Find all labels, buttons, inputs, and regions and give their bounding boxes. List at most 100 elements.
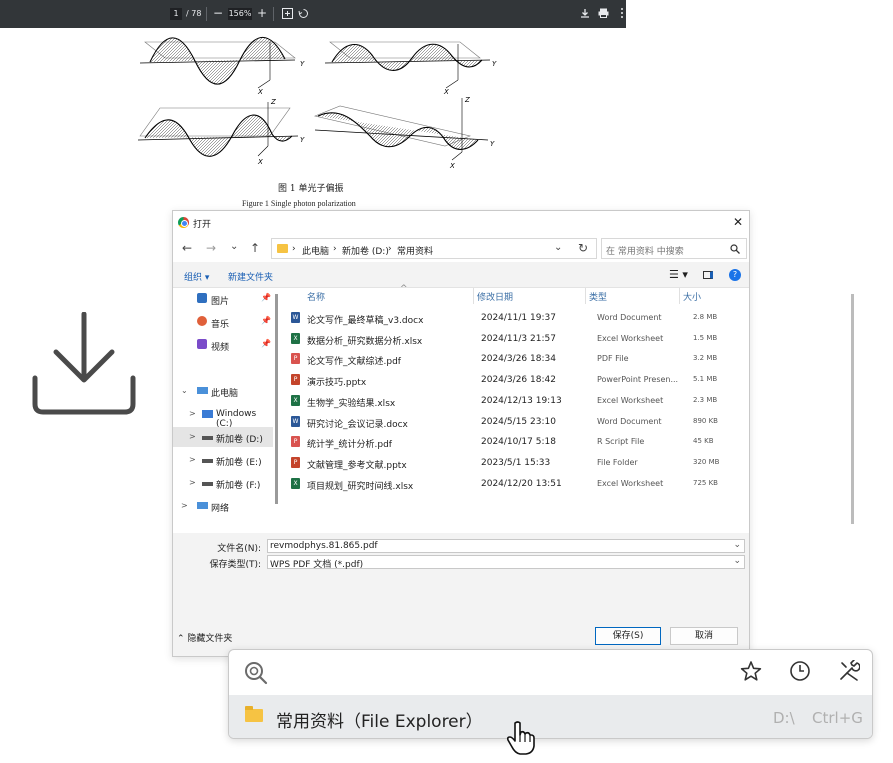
file-row[interactable]: P 论文写作_文献综述.pdf 2024/3/26 18:34 PDF File 3.2… <box>283 349 749 369</box>
chevron-right-icon[interactable]: > <box>189 432 196 441</box>
file-size: 890 KB <box>693 416 718 425</box>
file-name: 演示技巧.pptx <box>307 378 367 389</box>
more-options-icon[interactable] <box>620 7 624 19</box>
file-row[interactable]: X 项目规划_研究时间线.xlsx 2024/12/20 13:51 Excel Wo… <box>283 474 749 494</box>
file-name: 文献管理_参考文献.pptx <box>307 460 407 471</box>
column-header-size[interactable]: 大小 <box>683 290 701 303</box>
search-placeholder: 在 常用资料 中搜索 <box>606 247 684 257</box>
dialog-footer: 文件名(N): revmodphys.81.865.pdf ⌄ 保存类型(T):… <box>173 533 749 656</box>
filetype-value: WPS PDF 文档 (*.pdf) <box>270 560 364 570</box>
column-divider[interactable] <box>679 288 680 304</box>
download-small-icon[interactable] <box>580 8 590 18</box>
up-button[interactable]: ↑ <box>250 241 260 255</box>
cancel-button[interactable]: 取消 <box>670 627 738 645</box>
launcher-result-item[interactable]: 常用资料（File Explorer） D:\ Ctrl+G <box>229 695 872 738</box>
chevron-down-icon[interactable]: ⌄ <box>181 386 188 395</box>
result-label: 常用资料（File Explorer） <box>276 712 483 732</box>
dialog-titlebar: 打开 ✕ <box>173 211 749 235</box>
quick-access-videos[interactable]: 视频 📌 <box>197 337 273 355</box>
fit-page-icon[interactable] <box>282 8 293 19</box>
computer-icon <box>197 387 208 394</box>
tree-item-drive-c[interactable]: > Windows (C:) <box>173 404 273 429</box>
print-icon[interactable] <box>598 8 609 18</box>
file-type: Word Document <box>597 416 662 426</box>
file-row[interactable]: P 文献管理_参考文献.pptx 2023/5/1 15:33 File Folder… <box>283 453 749 473</box>
breadcrumb-drive-d[interactable]: 新加卷 (D:) <box>342 244 389 257</box>
download-icon <box>32 312 136 415</box>
back-button[interactable]: ← <box>182 241 192 255</box>
file-row[interactable]: P 演示技巧.pptx 2024/3/26 18:42 PowerPoint Pres… <box>283 370 749 390</box>
chevron-right-icon[interactable]: > <box>189 478 196 487</box>
column-divider[interactable] <box>473 288 474 304</box>
quick-access-pictures[interactable]: 图片 📌 <box>197 291 273 309</box>
search-input[interactable]: 在 常用资料 中搜索 <box>601 238 747 259</box>
organize-button[interactable]: 组织 ▾ <box>184 270 209 283</box>
lens-search-icon <box>245 662 268 685</box>
tree-item-drive-d[interactable]: > 新加卷 (D:) <box>173 427 273 447</box>
figure-panel-c: Z Y X <box>137 98 305 166</box>
file-name: 研究讨论_会议记录.docx <box>307 419 408 430</box>
column-header-date[interactable]: 修改日期 <box>477 290 513 303</box>
preview-pane-icon[interactable] <box>703 271 713 279</box>
tree-item-drive-e[interactable]: > 新加卷 (E:) <box>173 450 273 470</box>
save-button[interactable]: 保存(S) <box>595 627 661 645</box>
close-button[interactable]: ✕ <box>733 215 743 229</box>
new-folder-button[interactable]: 新建文件夹 <box>228 270 273 283</box>
filename-input[interactable]: revmodphys.81.865.pdf ⌄ <box>267 539 745 553</box>
tools-icon[interactable] <box>838 660 860 682</box>
file-type-icon: P <box>291 353 300 365</box>
breadcrumb-this-pc[interactable]: 此电脑 <box>302 244 329 257</box>
tree-label: 新加卷 (F:) <box>216 481 261 491</box>
column-header-name[interactable]: 名称 <box>307 290 325 303</box>
column-header-type[interactable]: 类型 <box>589 290 607 303</box>
filetype-select[interactable]: WPS PDF 文档 (*.pdf) ⌄ <box>267 555 745 570</box>
chevron-right-icon[interactable]: > <box>181 501 188 510</box>
file-row[interactable]: P 统计学_统计分析.pdf 2024/10/17 5:18 R Script Fil… <box>283 432 749 452</box>
clock-icon[interactable] <box>789 660 811 682</box>
file-name: 数据分析_研究数据分析.xlsx <box>307 336 423 347</box>
file-type: Excel Worksheet <box>597 478 664 488</box>
zoom-in-button[interactable]: + <box>257 6 267 20</box>
chevron-right-icon[interactable]: > <box>189 409 196 418</box>
file-dialog: 打开 ✕ ← → ⌄ ↑ › 此电脑 › 新加卷 (D:) › 常用资料 ⌄ ↻… <box>172 210 854 657</box>
refresh-icon[interactable]: ↻ <box>578 241 588 255</box>
quick-access-music[interactable]: 音乐 📌 <box>197 314 273 332</box>
rotate-icon[interactable] <box>298 8 309 19</box>
tree-item-drive-f[interactable]: > 新加卷 (F:) <box>173 473 273 493</box>
file-list: 名称 ^ 修改日期 类型 大小 W 论文写作_最终草稿_v3.docx 2024/1… <box>283 284 854 533</box>
zoom-out-button[interactable]: − <box>213 6 223 20</box>
file-row[interactable]: X 生物学_实验结果.xlsx 2024/12/13 19:13 Excel Work… <box>283 391 749 411</box>
help-button[interactable]: ? <box>729 269 741 281</box>
column-divider[interactable] <box>585 288 586 304</box>
pictures-icon <box>197 293 207 303</box>
file-row[interactable]: W 论文写作_最终草稿_v3.docx 2024/11/1 19:37 Word Do… <box>283 308 749 328</box>
pin-icon: 📌 <box>261 316 271 325</box>
view-options-icon[interactable]: ☰ ▾ <box>669 268 688 281</box>
star-icon[interactable] <box>740 660 762 682</box>
address-bar[interactable]: › 此电脑 › 新加卷 (D:) › 常用资料 ⌄ ↻ <box>271 238 597 259</box>
tree-item-this-pc[interactable]: ⌄ 此电脑 <box>173 381 273 401</box>
page-number-input[interactable]: 1 <box>170 8 182 20</box>
zoom-level[interactable]: 156% <box>228 8 252 20</box>
tree-item-network[interactable]: > 网络 <box>173 496 273 516</box>
hide-folders-toggle[interactable]: ⌃ 隐藏文件夹 <box>177 631 232 644</box>
chevron-down-icon[interactable]: ⌄ <box>733 540 741 550</box>
file-date: 2024/10/17 5:18 <box>481 437 556 448</box>
launcher-input-row[interactable] <box>229 650 872 694</box>
hand-cursor-icon <box>506 721 535 755</box>
filename-label: 文件名(N): <box>217 544 261 554</box>
file-row[interactable]: X 数据分析_研究数据分析.xlsx 2024/11/3 21:57 Excel Wo… <box>283 329 749 349</box>
file-row[interactable]: W 研究讨论_会议记录.docx 2024/5/15 23:10 Word Docum… <box>283 412 749 432</box>
file-date: 2024/5/15 23:10 <box>481 416 556 427</box>
forward-button[interactable]: → <box>206 241 216 255</box>
recent-locations-button[interactable]: ⌄ <box>230 241 238 252</box>
axis-label-y: Y <box>492 60 497 68</box>
chevron-down-icon[interactable]: ⌄ <box>733 556 741 566</box>
chevron-right-icon[interactable]: > <box>189 455 196 464</box>
pin-icon: 📌 <box>261 339 271 348</box>
scrollbar[interactable] <box>851 294 854 524</box>
chevron-down-icon[interactable]: ⌄ <box>554 242 562 253</box>
scrollbar[interactable] <box>275 294 278 504</box>
breadcrumb-common-files[interactable]: 常用资料 <box>397 244 433 257</box>
drive-icon <box>202 436 213 440</box>
